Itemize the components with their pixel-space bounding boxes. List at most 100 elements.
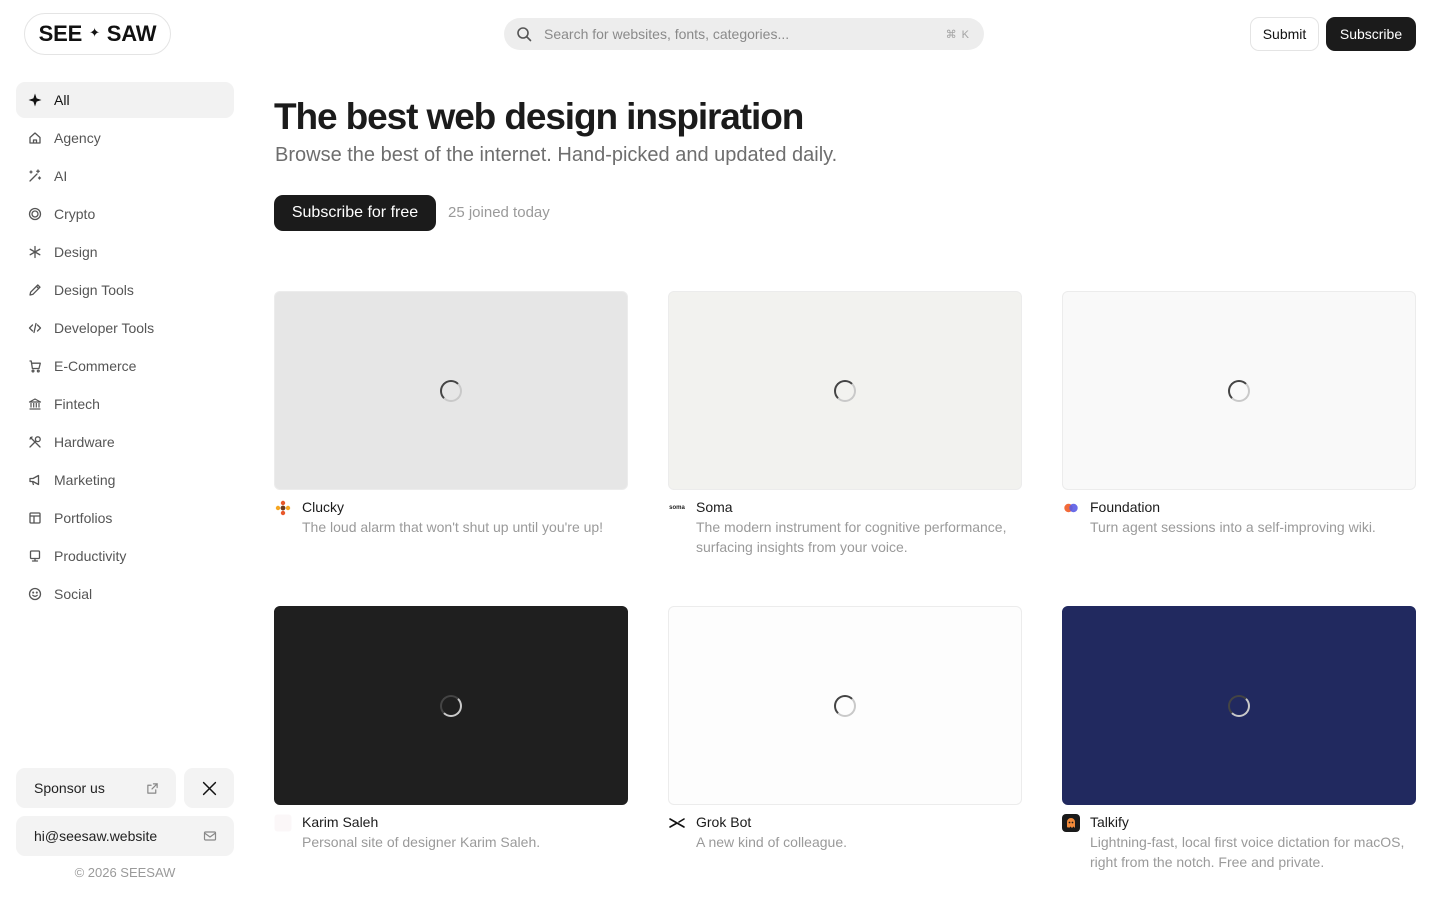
x-social-button[interactable] xyxy=(184,768,234,808)
sidebar-nav: All Agency AI Crypto Design Design Tools… xyxy=(16,82,234,614)
logo-text-right: SAW xyxy=(106,21,157,46)
smiley-icon xyxy=(28,587,42,601)
site-title[interactable]: Talkify xyxy=(1090,813,1416,831)
sidebar-item-marketing[interactable]: Marketing xyxy=(16,462,234,498)
site-title[interactable]: Karim Saleh xyxy=(302,813,628,831)
page-title: The best web design inspiration xyxy=(274,96,804,137)
site-description: The loud alarm that won't shut up until … xyxy=(302,519,604,535)
site-thumbnail[interactable] xyxy=(668,606,1022,805)
pencil-icon xyxy=(28,283,42,297)
logo[interactable]: SEE ✦ SAW xyxy=(24,13,171,55)
coin-icon xyxy=(28,207,42,221)
site-title[interactable]: Grok Bot xyxy=(696,813,1022,831)
grok-logo-icon xyxy=(668,814,686,832)
site-card-talkify[interactable]: Talkify Lightning-fast, local first voic… xyxy=(1062,606,1416,872)
sidebar-item-label: Social xyxy=(54,586,93,602)
clucky-logo-icon xyxy=(274,499,292,517)
site-card-karim-saleh[interactable]: Karim Saleh Personal site of designer Ka… xyxy=(274,606,628,852)
site-description: A new kind of colleague. xyxy=(696,834,847,850)
layout-icon xyxy=(28,511,42,525)
site-description: The modern instrument for cognitive perf… xyxy=(696,519,1007,555)
sidebar-item-label: Crypto xyxy=(54,206,96,222)
sidebar-item-crypto[interactable]: Crypto xyxy=(16,196,234,232)
page-subtitle: Browse the best of the internet. Hand-pi… xyxy=(275,144,838,166)
soma-logo-text: soma xyxy=(669,505,685,511)
site-description: Lightning-fast, local first voice dictat… xyxy=(1090,834,1405,870)
loading-spinner-icon xyxy=(1228,694,1250,717)
karim-logo-icon xyxy=(274,814,292,832)
sidebar-item-hardware[interactable]: Hardware xyxy=(16,424,234,460)
sidebar-item-label: Hardware xyxy=(54,434,115,450)
site-description: Personal site of designer Karim Saleh. xyxy=(302,834,541,850)
site-thumbnail[interactable] xyxy=(1062,291,1416,490)
x-logo-icon xyxy=(202,781,216,795)
search-shortcut: ⌘ K xyxy=(945,28,970,41)
sidebar-item-label: Design xyxy=(54,244,98,260)
subscribe-for-free-button[interactable]: Subscribe for free xyxy=(274,195,436,231)
sidebar-item-label: Fintech xyxy=(54,396,100,412)
sidebar-item-label: Design Tools xyxy=(54,282,134,298)
logo-star-icon: ✦ xyxy=(89,25,100,40)
sidebar-item-design-tools[interactable]: Design Tools xyxy=(16,272,234,308)
site-thumbnail[interactable] xyxy=(1062,606,1416,805)
soma-logo-icon: soma xyxy=(668,499,686,517)
tools-icon xyxy=(28,435,42,449)
asterisk-icon xyxy=(28,245,42,259)
submit-button[interactable]: Submit xyxy=(1250,17,1319,51)
sidebar-item-agency[interactable]: Agency xyxy=(16,120,234,156)
bank-icon xyxy=(28,397,42,411)
mail-icon xyxy=(203,831,217,841)
sponsor-label: Sponsor us xyxy=(34,780,105,796)
site-thumbnail[interactable] xyxy=(668,291,1022,490)
house-icon xyxy=(28,131,42,145)
magic-wand-icon xyxy=(28,169,42,183)
megaphone-icon xyxy=(28,473,42,487)
loading-spinner-icon xyxy=(440,694,462,717)
site-title[interactable]: Clucky xyxy=(302,498,628,516)
site-thumbnail[interactable] xyxy=(274,291,628,490)
sidebar-item-social[interactable]: Social xyxy=(16,576,234,612)
copyright: © 2026 SEESAW xyxy=(74,865,176,880)
sidebar-item-label: All xyxy=(54,92,70,108)
site-card-foundation[interactable]: Foundation Turn agent sessions into a se… xyxy=(1062,291,1416,537)
loading-spinner-icon xyxy=(1228,379,1250,402)
monitor-icon xyxy=(28,549,42,563)
sidebar-footer: Sponsor us hi@seesaw.website © 2026 SEES… xyxy=(16,768,234,880)
site-title[interactable]: Soma xyxy=(696,498,1022,516)
search-icon xyxy=(517,27,532,42)
logo-text-left: SEE xyxy=(38,21,83,46)
sidebar-item-label: Marketing xyxy=(54,472,116,488)
loading-spinner-icon xyxy=(834,379,856,402)
sidebar-item-portfolios[interactable]: Portfolios xyxy=(16,500,234,536)
sparkle-icon xyxy=(28,93,42,107)
sidebar-item-developer-tools[interactable]: Developer Tools xyxy=(16,310,234,346)
site-thumbnail[interactable] xyxy=(274,606,628,805)
sidebar-item-productivity[interactable]: Productivity xyxy=(16,538,234,574)
sidebar-item-label: Portfolios xyxy=(54,510,113,526)
loading-spinner-icon xyxy=(834,694,856,717)
site-card-soma[interactable]: soma Soma The modern instrument for cogn… xyxy=(668,291,1022,557)
sidebar-item-design[interactable]: Design xyxy=(16,234,234,270)
site-description: Turn agent sessions into a self-improvin… xyxy=(1090,519,1376,535)
sidebar-item-ai[interactable]: AI xyxy=(16,158,234,194)
code-icon xyxy=(28,321,42,335)
site-card-grok-bot[interactable]: Grok Bot A new kind of colleague. xyxy=(668,606,1022,852)
joined-count: 25 joined today xyxy=(448,204,550,221)
search-input[interactable] xyxy=(544,26,946,42)
site-title[interactable]: Foundation xyxy=(1090,498,1416,516)
sponsor-button[interactable]: Sponsor us xyxy=(16,768,176,808)
sidebar-item-e-commerce[interactable]: E-Commerce xyxy=(16,348,234,384)
talkify-logo-icon xyxy=(1062,814,1080,832)
sidebar-item-label: Developer Tools xyxy=(54,320,155,336)
sidebar-item-label: Productivity xyxy=(54,548,127,564)
search-bar[interactable]: ⌘ K xyxy=(504,18,984,50)
site-card-clucky[interactable]: Clucky The loud alarm that won't shut up… xyxy=(274,291,628,537)
cart-icon xyxy=(28,359,42,373)
sidebar-item-label: Agency xyxy=(54,130,101,146)
email-button[interactable]: hi@seesaw.website xyxy=(16,816,234,856)
subscribe-button[interactable]: Subscribe xyxy=(1326,17,1416,51)
foundation-logo-icon xyxy=(1062,499,1080,517)
sidebar-item-all[interactable]: All xyxy=(16,82,234,118)
sidebar-item-fintech[interactable]: Fintech xyxy=(16,386,234,422)
email-label: hi@seesaw.website xyxy=(34,828,158,844)
